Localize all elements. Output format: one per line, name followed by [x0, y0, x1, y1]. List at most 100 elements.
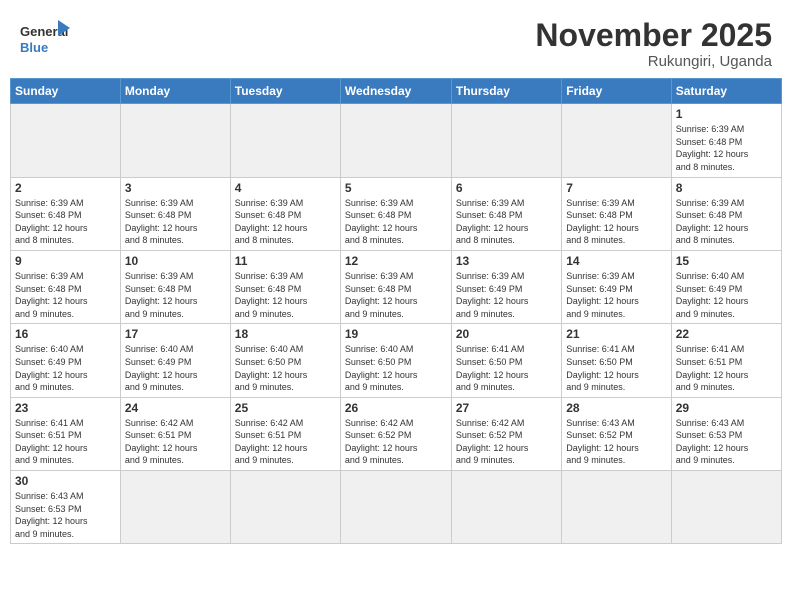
- calendar-cell: 30Sunrise: 6:43 AMSunset: 6:53 PMDayligh…: [11, 471, 121, 544]
- week-row-5: 23 Sunrise: 6:41 AMSunset: 6:51 PMDayligh…: [11, 397, 782, 470]
- day-info: Sunrise: 6:41 AMSunset: 6:50 PMDaylight:…: [566, 343, 666, 393]
- month-title: November 2025: [535, 18, 772, 53]
- day-number: 20: [456, 327, 557, 341]
- calendar-cell: [562, 471, 671, 544]
- calendar-cell: [451, 104, 561, 177]
- day-info: Sunrise: 6:41 AMSunset: 6:50 PMDaylight:…: [456, 343, 557, 393]
- calendar-cell: 28 Sunrise: 6:43 AMSunset: 6:52 PMDayligh…: [562, 397, 671, 470]
- day-info: Sunrise: 6:39 AMSunset: 6:48 PMDaylight:…: [345, 197, 447, 247]
- calendar-table: SundayMondayTuesdayWednesdayThursdayFrid…: [10, 78, 782, 544]
- day-info: Sunrise: 6:40 AMSunset: 6:49 PMDaylight:…: [15, 343, 116, 393]
- day-header-friday: Friday: [562, 79, 671, 104]
- day-number: 2: [15, 181, 116, 195]
- day-number: 22: [676, 327, 777, 341]
- day-header-saturday: Saturday: [671, 79, 781, 104]
- day-header-monday: Monday: [120, 79, 230, 104]
- day-number: 10: [125, 254, 226, 268]
- calendar-cell: 2 Sunrise: 6:39 AMSunset: 6:48 PMDaylight…: [11, 177, 121, 250]
- day-number: 21: [566, 327, 666, 341]
- calendar-cell: 18Sunrise: 6:40 AMSunset: 6:50 PMDayligh…: [230, 324, 340, 397]
- calendar-cell: 10 Sunrise: 6:39 AMSunset: 6:48 PMDayligh…: [120, 250, 230, 323]
- day-info: Sunrise: 6:43 AMSunset: 6:53 PMDaylight:…: [676, 417, 777, 467]
- day-number: 19: [345, 327, 447, 341]
- calendar-cell: 7Sunrise: 6:39 AMSunset: 6:48 PMDaylight…: [562, 177, 671, 250]
- day-info: Sunrise: 6:43 AMSunset: 6:53 PMDaylight:…: [15, 490, 116, 540]
- header: General Blue General Blue November 2025 …: [0, 0, 792, 78]
- day-number: 8: [676, 181, 777, 195]
- day-number: 15: [676, 254, 777, 268]
- week-row-2: 2 Sunrise: 6:39 AMSunset: 6:48 PMDaylight…: [11, 177, 782, 250]
- day-number: 28: [566, 401, 666, 415]
- calendar-cell: [230, 471, 340, 544]
- week-row-6: 30Sunrise: 6:43 AMSunset: 6:53 PMDayligh…: [11, 471, 782, 544]
- day-info: Sunrise: 6:40 AMSunset: 6:49 PMDaylight:…: [676, 270, 777, 320]
- calendar-cell: [340, 104, 451, 177]
- day-info: Sunrise: 6:39 AMSunset: 6:48 PMDaylight:…: [676, 197, 777, 247]
- day-info: Sunrise: 6:39 AMSunset: 6:48 PMDaylight:…: [345, 270, 447, 320]
- day-header-thursday: Thursday: [451, 79, 561, 104]
- calendar-cell: 21 Sunrise: 6:41 AMSunset: 6:50 PMDayligh…: [562, 324, 671, 397]
- calendar-cell: 11Sunrise: 6:39 AMSunset: 6:48 PMDayligh…: [230, 250, 340, 323]
- day-header-wednesday: Wednesday: [340, 79, 451, 104]
- day-info: Sunrise: 6:41 AMSunset: 6:51 PMDaylight:…: [15, 417, 116, 467]
- calendar-cell: 12 Sunrise: 6:39 AMSunset: 6:48 PMDayligh…: [340, 250, 451, 323]
- calendar-wrapper: SundayMondayTuesdayWednesdayThursdayFrid…: [0, 78, 792, 554]
- day-info: Sunrise: 6:40 AMSunset: 6:49 PMDaylight:…: [125, 343, 226, 393]
- day-info: Sunrise: 6:39 AMSunset: 6:48 PMDaylight:…: [235, 197, 336, 247]
- day-number: 4: [235, 181, 336, 195]
- week-row-1: 1Sunrise: 6:39 AMSunset: 6:48 PMDaylight…: [11, 104, 782, 177]
- calendar-cell: 20 Sunrise: 6:41 AMSunset: 6:50 PMDayligh…: [451, 324, 561, 397]
- day-number: 12: [345, 254, 447, 268]
- calendar-cell: [562, 104, 671, 177]
- calendar-cell: [451, 471, 561, 544]
- calendar-cell: 29 Sunrise: 6:43 AMSunset: 6:53 PMDayligh…: [671, 397, 781, 470]
- calendar-cell: 3Sunrise: 6:39 AMSunset: 6:48 PMDaylight…: [120, 177, 230, 250]
- calendar-cell: 16 Sunrise: 6:40 AMSunset: 6:49 PMDayligh…: [11, 324, 121, 397]
- calendar-cell: 6Sunrise: 6:39 AMSunset: 6:48 PMDaylight…: [451, 177, 561, 250]
- calendar-cell: 4 Sunrise: 6:39 AMSunset: 6:48 PMDaylight…: [230, 177, 340, 250]
- calendar-cell: 25Sunrise: 6:42 AMSunset: 6:51 PMDayligh…: [230, 397, 340, 470]
- day-number: 23: [15, 401, 116, 415]
- week-row-3: 9 Sunrise: 6:39 AMSunset: 6:48 PMDaylight…: [11, 250, 782, 323]
- day-number: 27: [456, 401, 557, 415]
- day-header-sunday: Sunday: [11, 79, 121, 104]
- calendar-cell: 13 Sunrise: 6:39 AMSunset: 6:49 PMDayligh…: [451, 250, 561, 323]
- calendar-cell: 5Sunrise: 6:39 AMSunset: 6:48 PMDaylight…: [340, 177, 451, 250]
- calendar-cell: 17Sunrise: 6:40 AMSunset: 6:49 PMDayligh…: [120, 324, 230, 397]
- location: Rukungiri, Uganda: [535, 53, 772, 70]
- day-number: 18: [235, 327, 336, 341]
- calendar-cell: 8 Sunrise: 6:39 AMSunset: 6:48 PMDaylight…: [671, 177, 781, 250]
- calendar-cell: 27Sunrise: 6:42 AMSunset: 6:52 PMDayligh…: [451, 397, 561, 470]
- calendar-cell: [11, 104, 121, 177]
- calendar-cell: [671, 471, 781, 544]
- day-info: Sunrise: 6:39 AMSunset: 6:48 PMDaylight:…: [566, 197, 666, 247]
- week-row-4: 16 Sunrise: 6:40 AMSunset: 6:49 PMDayligh…: [11, 324, 782, 397]
- day-info: Sunrise: 6:39 AMSunset: 6:48 PMDaylight:…: [235, 270, 336, 320]
- day-number: 13: [456, 254, 557, 268]
- day-info: Sunrise: 6:43 AMSunset: 6:52 PMDaylight:…: [566, 417, 666, 467]
- day-info: Sunrise: 6:42 AMSunset: 6:51 PMDaylight:…: [125, 417, 226, 467]
- calendar-cell: 23 Sunrise: 6:41 AMSunset: 6:51 PMDayligh…: [11, 397, 121, 470]
- calendar-cell: [120, 104, 230, 177]
- day-info: Sunrise: 6:39 AMSunset: 6:49 PMDaylight:…: [456, 270, 557, 320]
- day-info: Sunrise: 6:39 AMSunset: 6:48 PMDaylight:…: [125, 270, 226, 320]
- calendar-cell: 26 Sunrise: 6:42 AMSunset: 6:52 PMDayligh…: [340, 397, 451, 470]
- day-number: 24: [125, 401, 226, 415]
- day-info: Sunrise: 6:42 AMSunset: 6:52 PMDaylight:…: [345, 417, 447, 467]
- calendar-cell: [120, 471, 230, 544]
- day-info: Sunrise: 6:39 AMSunset: 6:49 PMDaylight:…: [566, 270, 666, 320]
- day-number: 26: [345, 401, 447, 415]
- day-header-tuesday: Tuesday: [230, 79, 340, 104]
- day-number: 29: [676, 401, 777, 415]
- day-info: Sunrise: 6:42 AMSunset: 6:51 PMDaylight:…: [235, 417, 336, 467]
- logo-graphic: General Blue: [20, 18, 70, 58]
- day-info: Sunrise: 6:39 AMSunset: 6:48 PMDaylight:…: [15, 270, 116, 320]
- calendar-cell: 9 Sunrise: 6:39 AMSunset: 6:48 PMDaylight…: [11, 250, 121, 323]
- day-number: 9: [15, 254, 116, 268]
- header-row: SundayMondayTuesdayWednesdayThursdayFrid…: [11, 79, 782, 104]
- title-area: November 2025 Rukungiri, Uganda: [535, 18, 772, 70]
- day-number: 16: [15, 327, 116, 341]
- svg-text:Blue: Blue: [20, 40, 48, 55]
- logo: General Blue General Blue: [20, 18, 70, 58]
- day-info: Sunrise: 6:39 AMSunset: 6:48 PMDaylight:…: [15, 197, 116, 247]
